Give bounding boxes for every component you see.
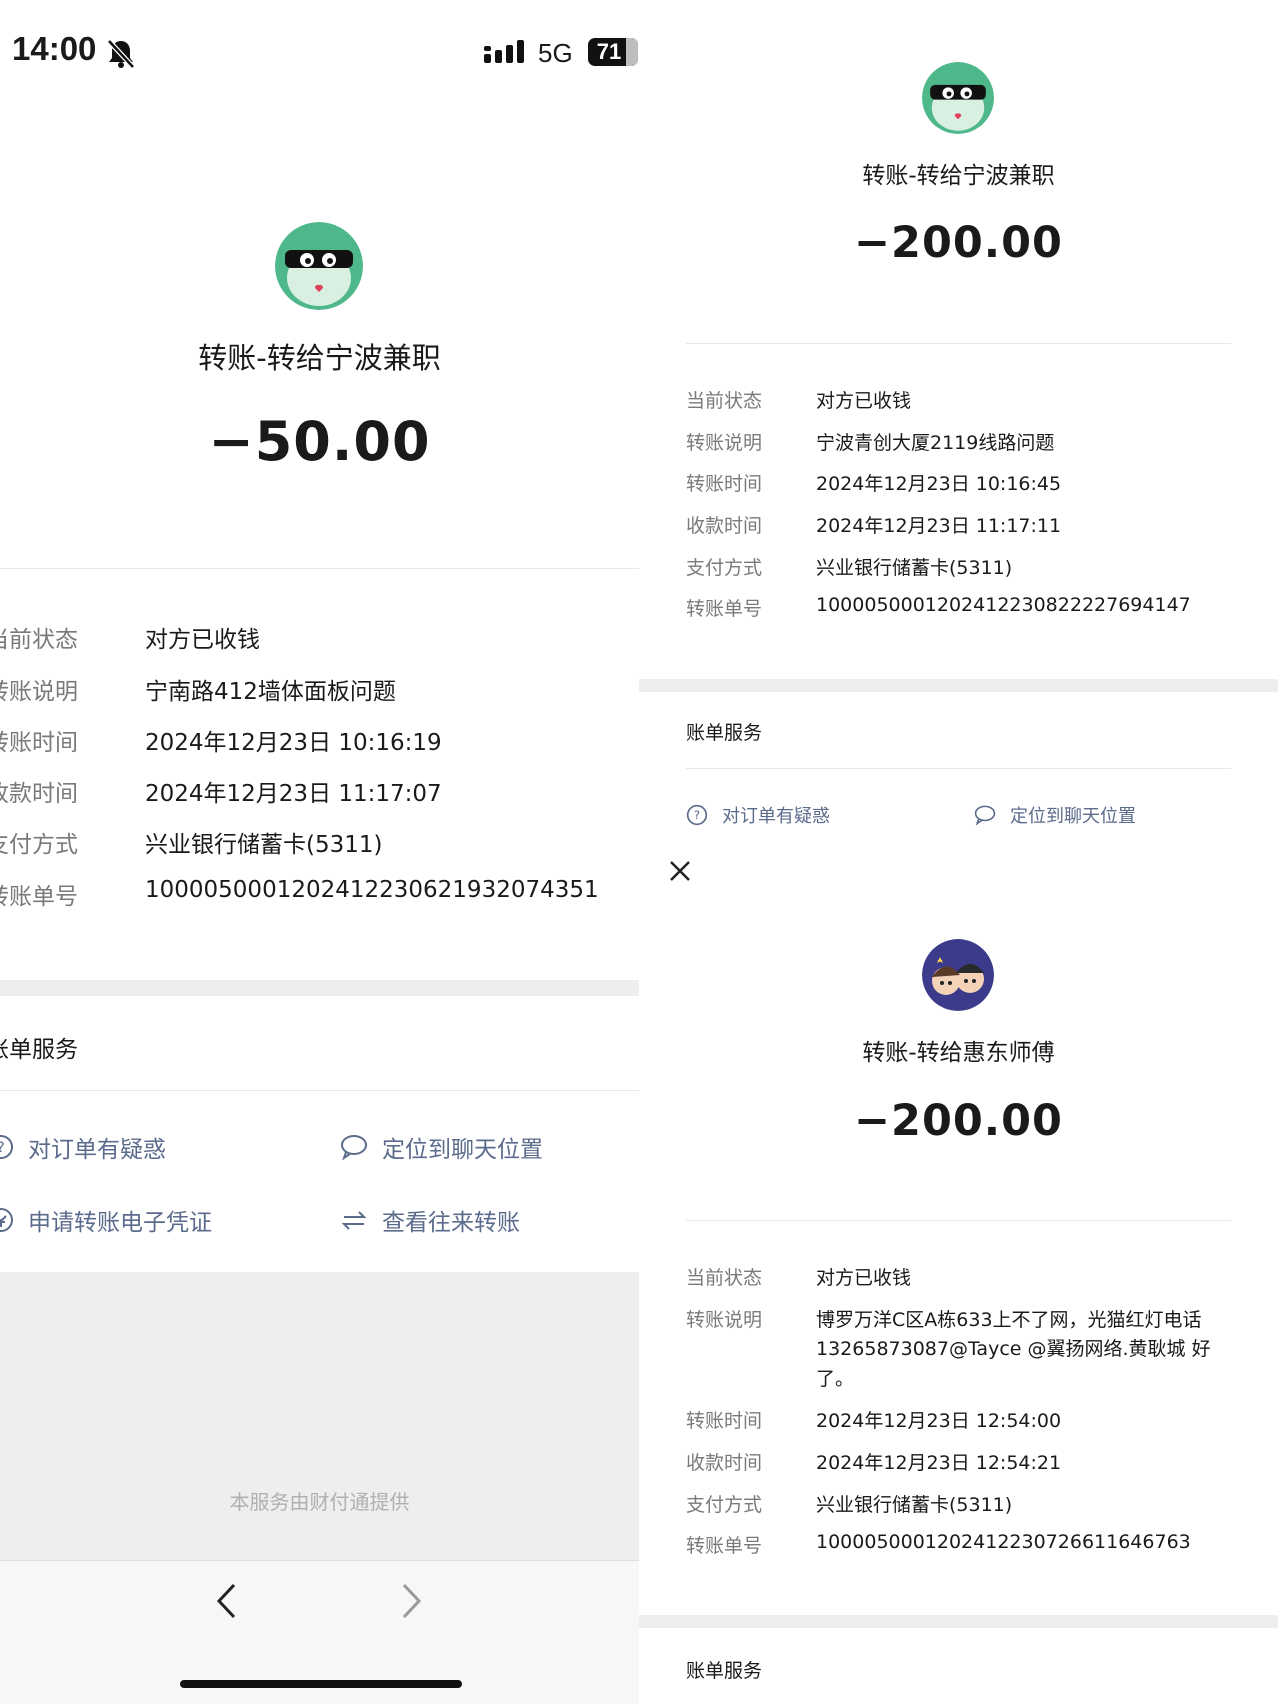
question-circle-icon: ?	[0, 1135, 13, 1159]
row-label-order-number: 转账单号	[686, 598, 763, 620]
row-label-transfer-time: 转账时间	[0, 730, 78, 756]
status-time: 14:00	[12, 30, 97, 67]
row-label-receive-time: 收款时间	[0, 781, 78, 807]
divider	[0, 568, 639, 569]
row-label-payment-method: 支付方式	[686, 557, 763, 579]
swap-arrows-icon	[341, 1211, 367, 1230]
row-value-payment-method: 兴业银行储蓄卡(5311)	[816, 1494, 1013, 1516]
footer-area	[0, 1272, 639, 1560]
row-value-transfer-time: 2024年12月23日 12:54:00	[816, 1410, 1062, 1432]
transfer-title: 转账-转给惠东师傅	[862, 1040, 1055, 1066]
services-title: 账单服务	[686, 722, 763, 744]
chat-bubble-icon	[341, 1135, 367, 1160]
row-value-receive-time: 2024年12月23日 11:17:11	[816, 515, 1062, 537]
row-label-payment-method: 支付方式	[0, 832, 78, 858]
section-gap	[639, 1615, 1278, 1628]
divider	[0, 1090, 639, 1091]
row-label-status: 当前状态	[0, 627, 78, 653]
view-transfers-button[interactable]: 查看往来转账	[340, 1203, 520, 1237]
right-transfer-details: 转账-转给宁波兼职 −200.00 当前状态 对方已收钱 转账说明 宁波青创大厦…	[639, 0, 1278, 1704]
row-value-note: 宁波青创大厦2119线路问题	[816, 432, 1055, 454]
row-value-transfer-time: 2024年12月23日 10:16:19	[145, 730, 442, 756]
battery-icon: 71	[588, 38, 638, 66]
row-value-order-number: 1000050001202412230822227694147	[816, 594, 1191, 616]
section-gap	[639, 679, 1278, 692]
bell-muted-icon	[107, 39, 135, 69]
row-value-payment-method: 兴业银行储蓄卡(5311)	[145, 832, 383, 858]
row-label-note: 转账说明	[0, 679, 78, 705]
row-label-receive-time: 收款时间	[686, 1452, 763, 1474]
row-value-transfer-time: 2024年12月23日 10:16:45	[816, 473, 1062, 495]
question-circle-icon: ?	[686, 804, 708, 826]
request-voucher-label: 申请转账电子凭证	[28, 1210, 212, 1236]
row-label-receive-time: 收款时间	[686, 515, 763, 537]
divider	[686, 343, 1231, 344]
order-question-label: 对订单有疑惑	[722, 806, 830, 827]
network-label: 5G	[538, 38, 573, 68]
request-voucher-button[interactable]: 申请转账电子凭证	[0, 1203, 212, 1237]
service-provider-note: 本服务由财付通提供	[229, 1490, 410, 1514]
transfer-title: 转账-转给宁波兼职	[198, 341, 441, 375]
row-value-note-line2: 13265873087@Tayce @翼扬网络.黄耿城 好	[816, 1338, 1211, 1360]
battery-level: 71	[596, 39, 622, 64]
row-label-payment-method: 支付方式	[686, 1494, 763, 1516]
locate-chat-button[interactable]: 定位到聊天位置	[974, 802, 1136, 828]
payee-avatar	[922, 62, 994, 134]
transfer-amount: −200.00	[854, 218, 1063, 268]
services-title: 账单服务	[0, 1037, 78, 1063]
row-value-status: 对方已收钱	[145, 627, 260, 653]
transfer-amount: −50.00	[208, 410, 431, 473]
row-label-transfer-time: 转账时间	[686, 473, 763, 495]
locate-chat-label: 定位到聊天位置	[382, 1137, 543, 1163]
voucher-icon	[0, 1208, 13, 1232]
view-transfers-label: 查看往来转账	[382, 1210, 520, 1236]
row-label-order-number: 转账单号	[686, 1535, 763, 1557]
row-label-status: 当前状态	[686, 1267, 763, 1289]
row-label-status: 当前状态	[686, 390, 763, 412]
signal-icon	[484, 40, 524, 63]
payee-avatar	[922, 939, 994, 1011]
section-gap	[0, 980, 639, 996]
row-value-note-line3: 了。	[816, 1368, 855, 1390]
transfer-amount: −200.00	[854, 1096, 1063, 1146]
row-value-order-number: 1000050001202412230621932074351	[145, 877, 599, 903]
row-value-note: 博罗万洋C区A栋633上不了网，光猫红灯电话	[816, 1309, 1202, 1331]
svg-text:?: ?	[0, 1140, 5, 1156]
payee-avatar	[275, 222, 363, 310]
services-title: 账单服务	[686, 1660, 763, 1682]
row-label-note: 转账说明	[686, 432, 763, 454]
row-value-order-number: 1000050001202412230726611646763	[816, 1531, 1191, 1553]
forward-arrow-icon[interactable]	[398, 1582, 424, 1620]
row-label-order-number: 转账单号	[0, 884, 78, 910]
row-value-receive-time: 2024年12月23日 12:54:21	[816, 1452, 1062, 1474]
order-question-button[interactable]: ? 对订单有疑惑	[0, 1130, 166, 1164]
close-icon[interactable]	[668, 859, 692, 883]
locate-chat-label: 定位到聊天位置	[1010, 806, 1136, 827]
chat-bubble-icon	[974, 805, 996, 826]
home-indicator	[180, 1680, 462, 1688]
row-value-status: 对方已收钱	[816, 390, 912, 412]
close-icon[interactable]	[668, 0, 692, 6]
locate-chat-button[interactable]: 定位到聊天位置	[340, 1130, 543, 1164]
back-arrow-icon[interactable]	[214, 1582, 240, 1620]
row-label-transfer-time: 转账时间	[686, 1410, 763, 1432]
row-value-status: 对方已收钱	[816, 1267, 912, 1289]
order-question-button[interactable]: ? 对订单有疑惑	[686, 802, 830, 828]
svg-text:?: ?	[694, 808, 700, 822]
left-transfer-detail: 14:00 5G 71 转账-转给宁波兼职 −50.00 当前状态 对方已收钱 …	[0, 0, 639, 1704]
row-value-payment-method: 兴业银行储蓄卡(5311)	[816, 557, 1013, 579]
order-question-label: 对订单有疑惑	[28, 1137, 166, 1163]
row-value-receive-time: 2024年12月23日 11:17:07	[145, 781, 442, 807]
transfer-title: 转账-转给宁波兼职	[862, 163, 1055, 189]
divider	[686, 1220, 1231, 1221]
row-label-note: 转账说明	[686, 1309, 763, 1331]
divider	[686, 768, 1231, 769]
row-value-note: 宁南路412墙体面板问题	[145, 679, 396, 705]
